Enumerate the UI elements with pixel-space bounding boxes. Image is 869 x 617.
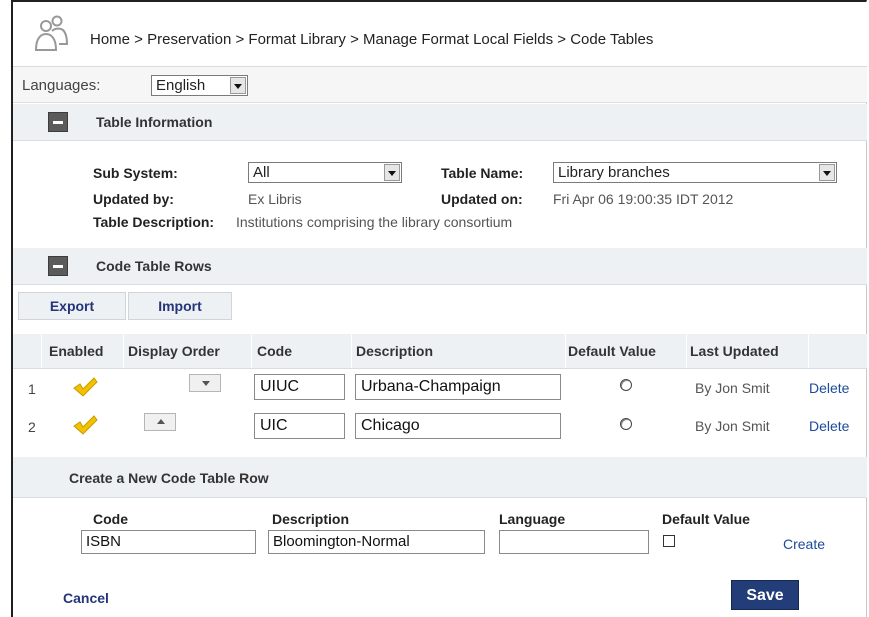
updated-on-value: Fri Apr 06 19:00:35 IDT 2012 <box>553 191 734 207</box>
language-bar <box>13 67 867 103</box>
description-input[interactable]: Chicago <box>355 413 561 439</box>
column-divider <box>351 334 352 368</box>
column-header-description: Description <box>356 343 434 359</box>
languages-label: Languages: <box>22 77 101 94</box>
updated-by-value: Ex Libris <box>248 191 302 207</box>
move-down-button[interactable] <box>189 374 221 392</box>
column-header-display-order: Display Order <box>128 343 220 359</box>
default-value-radio[interactable] <box>620 379 632 391</box>
table-name-select[interactable]: Library branches <box>553 162 837 183</box>
delete-link[interactable]: Delete <box>809 380 849 396</box>
create-default-checkbox[interactable] <box>663 535 675 547</box>
column-header-enabled: Enabled <box>49 343 104 359</box>
code-input[interactable]: UIUC <box>254 374 345 400</box>
cancel-button[interactable]: Cancel <box>63 590 109 606</box>
column-header-code: Code <box>257 343 292 359</box>
updated-on-label: Updated on: <box>441 191 523 207</box>
column-divider <box>251 334 252 368</box>
page-header: Home > Preservation > Format Library > M… <box>13 2 867 67</box>
collapse-icon[interactable] <box>48 112 68 132</box>
column-divider <box>686 334 687 368</box>
create-code-input[interactable]: ISBN <box>81 530 256 554</box>
column-header-default-value: Default Value <box>568 343 656 359</box>
create-default-label: Default Value <box>662 511 750 527</box>
save-button[interactable]: Save <box>731 580 799 610</box>
import-button[interactable]: Import <box>128 292 232 320</box>
breadcrumb: Home > Preservation > Format Library > M… <box>90 31 654 48</box>
row-number: 1 <box>28 381 36 397</box>
create-description-label: Description <box>272 511 350 527</box>
description-input[interactable]: Urbana-Champaign <box>355 374 561 400</box>
chevron-down-icon <box>819 164 835 181</box>
code-input[interactable]: UIC <box>254 413 345 439</box>
column-divider <box>41 334 42 368</box>
checkmark-icon[interactable] <box>72 414 98 436</box>
language-select-value: English <box>156 77 206 94</box>
export-button[interactable]: Export <box>18 292 126 320</box>
users-icon <box>34 15 69 51</box>
sub-system-value: All <box>253 164 270 181</box>
updated-by-label: Updated by: <box>93 191 174 207</box>
table-description-label: Table Description: <box>93 214 215 230</box>
table-name-value: Library branches <box>558 164 670 181</box>
column-divider <box>123 334 124 368</box>
chevron-down-icon <box>230 77 246 94</box>
table-name-label: Table Name: <box>441 165 524 181</box>
create-link[interactable]: Create <box>783 536 825 552</box>
create-language-input[interactable] <box>499 530 649 554</box>
table-description-value: Institutions comprising the library cons… <box>236 214 513 230</box>
default-value-radio[interactable] <box>620 418 632 430</box>
delete-link[interactable]: Delete <box>809 418 849 434</box>
collapse-icon[interactable] <box>48 256 68 276</box>
language-select[interactable]: English <box>151 75 248 96</box>
create-code-label: Code <box>93 511 128 527</box>
column-divider <box>808 334 809 368</box>
last-updated-value: By Jon Smit <box>695 418 770 434</box>
checkmark-icon[interactable] <box>72 376 98 398</box>
table-information-title: Table Information <box>96 114 213 130</box>
create-language-label: Language <box>499 511 566 527</box>
create-description-input[interactable]: Bloomington-Normal <box>268 530 485 554</box>
code-table-rows-title: Code Table Rows <box>96 258 212 274</box>
sub-system-label: Sub System: <box>93 165 178 181</box>
row-number: 2 <box>28 419 36 435</box>
sub-system-select[interactable]: All <box>248 162 402 183</box>
move-up-button[interactable] <box>144 413 176 431</box>
chevron-down-icon <box>384 164 400 181</box>
column-header-last-updated: Last Updated <box>690 343 779 359</box>
column-divider <box>565 334 566 368</box>
last-updated-value: By Jon Smit <box>695 380 770 396</box>
create-row-title: Create a New Code Table Row <box>69 470 269 486</box>
